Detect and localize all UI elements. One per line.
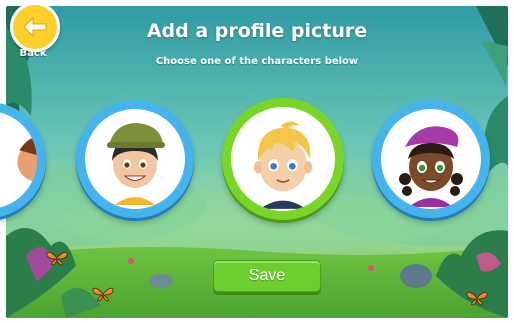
butterfly-icon xyxy=(92,287,114,302)
character-option-boy-green-hat[interactable] xyxy=(76,100,194,218)
page-title: Add a profile picture xyxy=(146,20,368,42)
butterfly-icon xyxy=(46,251,68,266)
page-subtitle: Choose one of the characters below xyxy=(155,56,359,67)
save-button[interactable]: Save xyxy=(213,260,321,292)
butterfly-icon xyxy=(466,291,488,306)
girl-purple-beret-portrait xyxy=(399,126,463,207)
boy-green-hat-portrait xyxy=(107,123,165,205)
game-screen: Back Add a profile picture Choose one of… xyxy=(0,0,514,323)
character-option-girl-purple-beret[interactable] xyxy=(372,100,490,218)
character-portrait xyxy=(17,137,37,182)
blond-boy-portrait xyxy=(253,121,313,209)
character-option-blond-boy[interactable] xyxy=(222,98,344,220)
